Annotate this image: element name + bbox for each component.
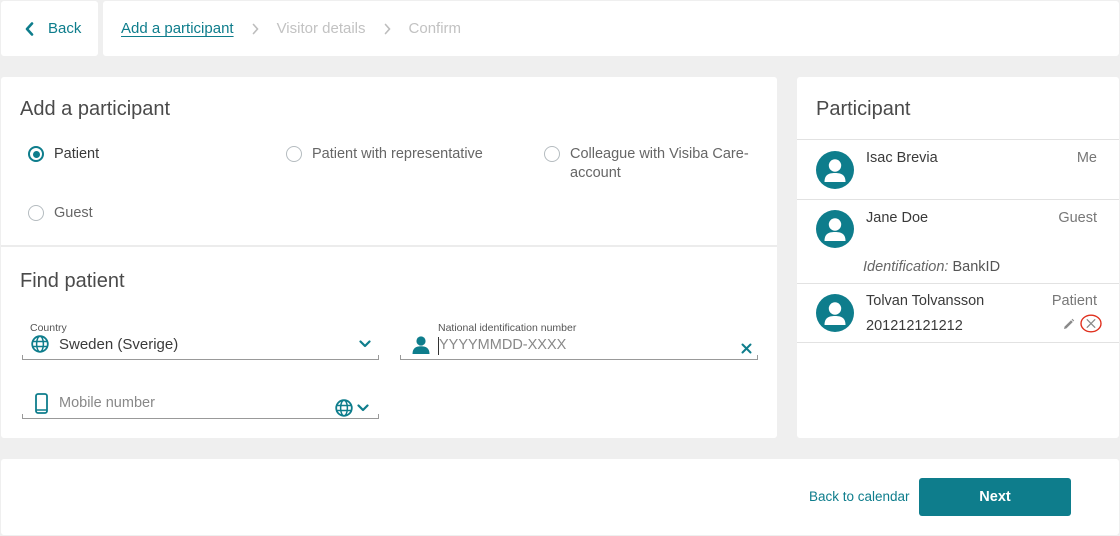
avatar xyxy=(816,294,854,332)
national-id-label: National identification number xyxy=(438,322,577,334)
identification-value: BankID xyxy=(952,259,1001,275)
country-label: Country xyxy=(30,322,67,334)
national-id-underline xyxy=(400,355,758,360)
back-label: Back xyxy=(48,20,82,37)
back-card: Back xyxy=(1,1,98,56)
mobile-phone-icon xyxy=(34,392,48,414)
breadcrumb-add-participant[interactable]: Add a participant xyxy=(121,20,234,37)
participant-item: Tolvan Tolvansson Patient 201212121212 xyxy=(797,284,1119,343)
identification-label: Identification: xyxy=(863,259,949,275)
participant-role: Patient xyxy=(1051,293,1097,309)
next-button[interactable]: Next xyxy=(919,478,1071,516)
user-icon xyxy=(824,159,846,182)
participant-role: Guest xyxy=(1058,210,1097,226)
chevron-down-icon[interactable] xyxy=(358,339,372,349)
find-patient-section: Find patient Country Sweden (Sverige) Na… xyxy=(1,249,777,438)
national-id-placeholder: YYYYMMDD-XXXX xyxy=(439,337,567,353)
participant-item: Isac Brevia Me xyxy=(797,140,1119,200)
chevron-down-icon[interactable] xyxy=(356,403,370,413)
participant-id-number: 201212121212 xyxy=(866,318,963,334)
radio-colleague[interactable]: Colleague with Visiba Care-account xyxy=(544,145,754,183)
radio-patient[interactable]: Patient xyxy=(28,145,99,164)
radio-label: Patient xyxy=(54,146,100,162)
participant-type-section: Add a participant Patient Patient with r… xyxy=(1,77,777,247)
globe-icon xyxy=(31,335,49,353)
user-icon xyxy=(824,302,846,325)
edit-pencil-icon[interactable] xyxy=(1061,317,1075,331)
chevron-right-icon xyxy=(384,23,391,35)
clear-icon[interactable] xyxy=(740,342,752,354)
radio-dot[interactable] xyxy=(28,146,44,162)
radio-dot[interactable] xyxy=(544,146,560,162)
country-value: Sweden (Sverige) xyxy=(59,336,179,353)
participant-name: Isac Brevia xyxy=(866,150,938,166)
participant-title: Participant xyxy=(816,98,911,120)
radio-label: Guest xyxy=(54,205,93,221)
participant-item: Jane Doe Guest Identification: BankID xyxy=(797,200,1119,284)
globe-icon[interactable] xyxy=(335,399,353,417)
radio-dot[interactable] xyxy=(286,146,302,162)
breadcrumb-confirm: Confirm xyxy=(408,20,462,37)
back-to-calendar-link[interactable]: Back to calendar xyxy=(809,489,910,504)
participant-identification: Identification: BankID xyxy=(863,259,1000,275)
participant-list: Isac Brevia Me Jane Doe Guest Identifica… xyxy=(797,139,1119,343)
radio-label: Patient with representative xyxy=(312,146,483,162)
participant-name: Tolvan Tolvansson xyxy=(866,293,985,309)
participant-panel: Participant Isac Brevia Me Jane Doe Gues… xyxy=(797,77,1119,438)
radio-guest[interactable]: Guest xyxy=(28,204,93,223)
back-button[interactable]: Back xyxy=(25,20,81,37)
breadcrumb-visitor-details: Visitor details xyxy=(276,20,366,37)
country-underline xyxy=(22,355,379,360)
radio-patient-with-representative[interactable]: Patient with representative xyxy=(286,145,483,164)
chevron-right-icon xyxy=(252,23,259,35)
mobile-placeholder: Mobile number xyxy=(59,395,155,411)
add-participant-panel: Add a participant Patient Patient with r… xyxy=(1,77,777,438)
participant-name: Jane Doe xyxy=(866,210,929,226)
breadcrumb: Add a participant Visitor details Confir… xyxy=(103,1,1119,56)
add-participant-title: Add a participant xyxy=(20,98,171,120)
mobile-underline xyxy=(22,414,379,419)
avatar xyxy=(816,151,854,189)
remove-participant-icon[interactable] xyxy=(1080,314,1102,333)
radio-label: Colleague with Visiba Care-account xyxy=(570,146,749,181)
participant-role: Me xyxy=(1076,150,1097,166)
user-icon xyxy=(824,218,846,241)
avatar xyxy=(816,210,854,248)
chevron-left-icon xyxy=(25,21,34,36)
footer-bar: Back to calendar Next xyxy=(1,459,1119,535)
radio-dot[interactable] xyxy=(28,205,44,221)
person-icon xyxy=(411,335,431,355)
find-patient-title: Find patient xyxy=(20,270,125,292)
